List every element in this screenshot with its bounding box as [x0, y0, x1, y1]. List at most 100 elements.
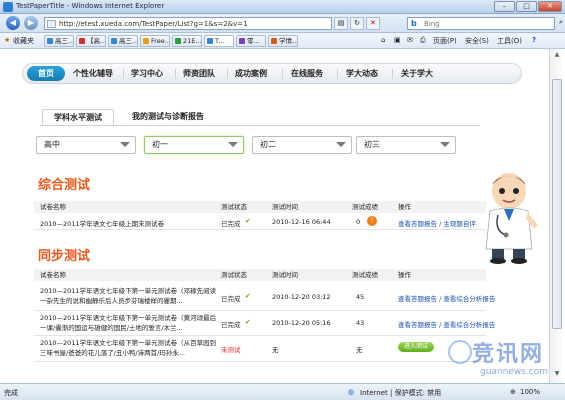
sync-row-1-name: 2010—2011学年语文七年级下第一单元测试卷（邓稼先阅读一杂先生的说和幽静乐…: [40, 287, 217, 305]
sync-row-1-status: 已完成: [221, 295, 241, 303]
comprehensive-row-name: 2010—2011学年语文七年级上期末测试卷: [40, 220, 165, 228]
tab-5[interactable]: 21E...: [172, 35, 202, 47]
search-input[interactable]: b Bing: [407, 17, 555, 30]
row-divider: [34, 229, 486, 230]
nav-online-service[interactable]: 在线服务: [291, 68, 323, 79]
vertical-scrollbar[interactable]: ▲ ▼: [549, 49, 563, 383]
page-icon: [47, 20, 56, 28]
grade-select-junior2[interactable]: 初二: [252, 136, 352, 154]
compat-view-button[interactable]: ▤: [334, 17, 348, 30]
mail-icon[interactable]: ✉: [407, 36, 413, 44]
window-titlebar: TestPaperTitle - Windows Internet Explor…: [0, 0, 565, 14]
chevron-down-icon: [440, 142, 450, 147]
nav-success-cases[interactable]: 成功案例: [235, 68, 267, 79]
header-score: 测试成绩: [352, 203, 378, 211]
nav-tutoring[interactable]: 个性化辅导: [73, 68, 113, 79]
tab-label: 学情...: [279, 37, 298, 45]
tab-label: 【高...: [87, 37, 106, 45]
chevron-down-icon: [228, 142, 238, 147]
scroll-down-icon[interactable]: ▼: [552, 370, 562, 380]
tab-label: T...: [215, 37, 225, 45]
tab-divider: [40, 125, 480, 126]
start-test-button[interactable]: 进入测试: [398, 342, 434, 352]
menu-tools[interactable]: 工具(O): [497, 36, 522, 46]
header-name: 试卷名称: [40, 203, 66, 211]
security-zone[interactable]: Internet | 保护模式: 禁用: [360, 388, 441, 398]
header-time: 测试时间: [272, 203, 298, 211]
sync-row-3-name: 2010—2011学年语文七年级下第一单元测试卷（从百草园到三味书屋/爸爸的花儿…: [40, 339, 217, 357]
grade-select-junior1[interactable]: 初一: [144, 136, 244, 154]
zoom-icon: ⊕: [510, 388, 516, 396]
grade-select-junior3[interactable]: 初三: [356, 136, 456, 154]
print-icon[interactable]: ⎙: [420, 36, 426, 45]
minimize-button[interactable]: –: [494, 1, 515, 12]
favorites-star-icon[interactable]: ★: [4, 36, 10, 44]
tab-6-active[interactable]: T...: [204, 35, 234, 47]
stop-button[interactable]: ✕: [366, 17, 380, 30]
chevron-down-icon: [336, 142, 346, 147]
nav-separator: [227, 69, 228, 79]
back-button[interactable]: ◀: [6, 16, 20, 30]
menu-safety[interactable]: 安全(S): [465, 36, 489, 46]
row-divider: [34, 335, 486, 336]
grade-select-senior[interactable]: 高中: [36, 136, 136, 154]
nav-separator: [123, 69, 124, 79]
feeds-icon[interactable]: ▣: [394, 36, 401, 44]
sync-row-2-action[interactable]: 查看答题报告 / 查看综合分析报告: [398, 319, 495, 329]
refresh-button[interactable]: ↻: [350, 17, 364, 30]
menu-page[interactable]: 页面(P): [433, 36, 457, 46]
tab-2[interactable]: 【高...: [76, 35, 106, 47]
select-value: 初一: [152, 140, 168, 149]
zoom-level[interactable]: 100%: [520, 388, 540, 396]
scroll-thumb[interactable]: [552, 79, 562, 329]
maximize-button[interactable]: □: [516, 1, 537, 12]
sync-row-2-time: 2010-12-20 05:16: [272, 319, 331, 327]
self-assessment-badge-icon: !: [367, 216, 377, 226]
home-icon[interactable]: ⌂: [381, 36, 385, 44]
nav-news[interactable]: 学大动态: [346, 68, 378, 79]
search-go-icon[interactable]: ⌕: [557, 17, 565, 30]
nav-teachers[interactable]: 师资团队: [183, 68, 215, 79]
nav-separator: [337, 69, 338, 79]
row-divider: [34, 310, 486, 311]
bing-icon: b: [411, 19, 417, 28]
sync-row-1-action[interactable]: 查看答题报告 / 查看综合分析报告: [398, 293, 495, 303]
nav-about[interactable]: 关于学大: [401, 68, 433, 79]
chevron-down-icon: [120, 142, 130, 147]
tab-1[interactable]: 高三...: [44, 35, 74, 47]
tab-4[interactable]: Free...: [140, 35, 170, 47]
tab-8[interactable]: 学情...: [268, 35, 298, 47]
forward-button[interactable]: ▶: [24, 16, 38, 30]
sync-row-3-score: 无: [356, 346, 363, 354]
address-bar[interactable]: http://etest.xueda.com/TestPaper/List?g=…: [44, 17, 332, 30]
header-action: 操作: [398, 271, 411, 279]
tab-7[interactable]: 零...: [236, 35, 266, 47]
window-title: TestPaperTitle - Windows Internet Explor…: [16, 2, 165, 10]
header-action: 操作: [398, 203, 411, 211]
tab-label: 高三...: [119, 37, 138, 45]
check-icon: ✔: [245, 292, 251, 300]
scroll-up-icon[interactable]: ▲: [552, 51, 562, 61]
favorites-label[interactable]: 收藏夹: [13, 36, 34, 46]
nav-home[interactable]: 首页: [27, 66, 65, 81]
tab-label: 高三...: [55, 37, 74, 45]
tab-subject-test[interactable]: 学科水平测试: [42, 109, 114, 125]
nav-separator: [392, 69, 393, 79]
tab-my-tests[interactable]: 我的测试与诊断报告: [120, 109, 216, 125]
sync-row-2-name: 2010—2011学年语文七年级下第一单元测试卷（黄河颂最后一课/囊渐的国运与雄…: [40, 314, 217, 332]
comprehensive-row-score: 0: [356, 218, 361, 226]
ie-icon: [3, 2, 13, 12]
sync-row-1-time: 2010-12-20 03:12: [272, 293, 331, 301]
section-title-sync: 同步测试: [38, 249, 91, 264]
nav-learning-center[interactable]: 学习中心: [131, 68, 163, 79]
check-icon: ✔: [245, 318, 251, 326]
select-value: 初二: [260, 140, 276, 149]
status-bar: 完成 ◍ Internet | 保护模式: 禁用 ⊕ 100%: [0, 383, 565, 400]
comprehensive-row-action[interactable]: 查看答题报告 / 主观题自评: [398, 218, 476, 228]
section-title-comprehensive: 综合测试: [38, 178, 91, 193]
sync-row-2-score: 43: [356, 319, 365, 327]
tab-3[interactable]: 高三...: [108, 35, 138, 47]
close-button[interactable]: ✕: [538, 1, 562, 12]
help-icon[interactable]: ?: [532, 36, 536, 44]
sync-row-2-status: 已完成: [221, 321, 241, 329]
